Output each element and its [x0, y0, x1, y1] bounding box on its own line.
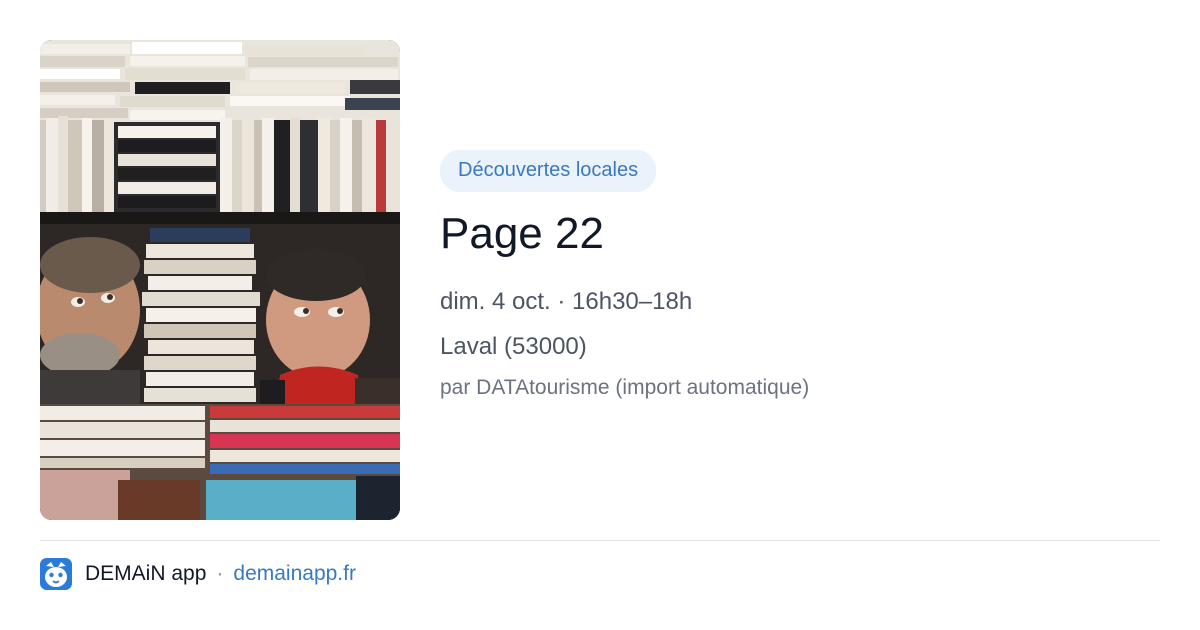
footer-divider [40, 540, 1160, 541]
event-image[interactable] [40, 40, 400, 520]
event-location: Laval (53000) [440, 333, 587, 361]
app-website-link[interactable]: demainapp.fr [233, 562, 356, 586]
event-title[interactable]: Page 22 [440, 209, 1140, 258]
event-author: par DATAtourisme (import automatique) [440, 376, 810, 400]
event-datetime: dim. 4 oct. · 16h30–18h [440, 288, 693, 316]
logo-face-icon [40, 558, 72, 590]
footer: DEMAiN app · demainapp.fr [40, 558, 356, 590]
app-name: DEMAiN app [85, 562, 207, 585]
event-info: Découvertes locales Page 22 dim. 4 oct. … [440, 150, 1140, 400]
books-photo [40, 40, 400, 520]
footer-separator: · [216, 562, 224, 585]
demain-app-logo-icon[interactable] [40, 558, 72, 590]
category-badge[interactable]: Découvertes locales [440, 150, 657, 192]
